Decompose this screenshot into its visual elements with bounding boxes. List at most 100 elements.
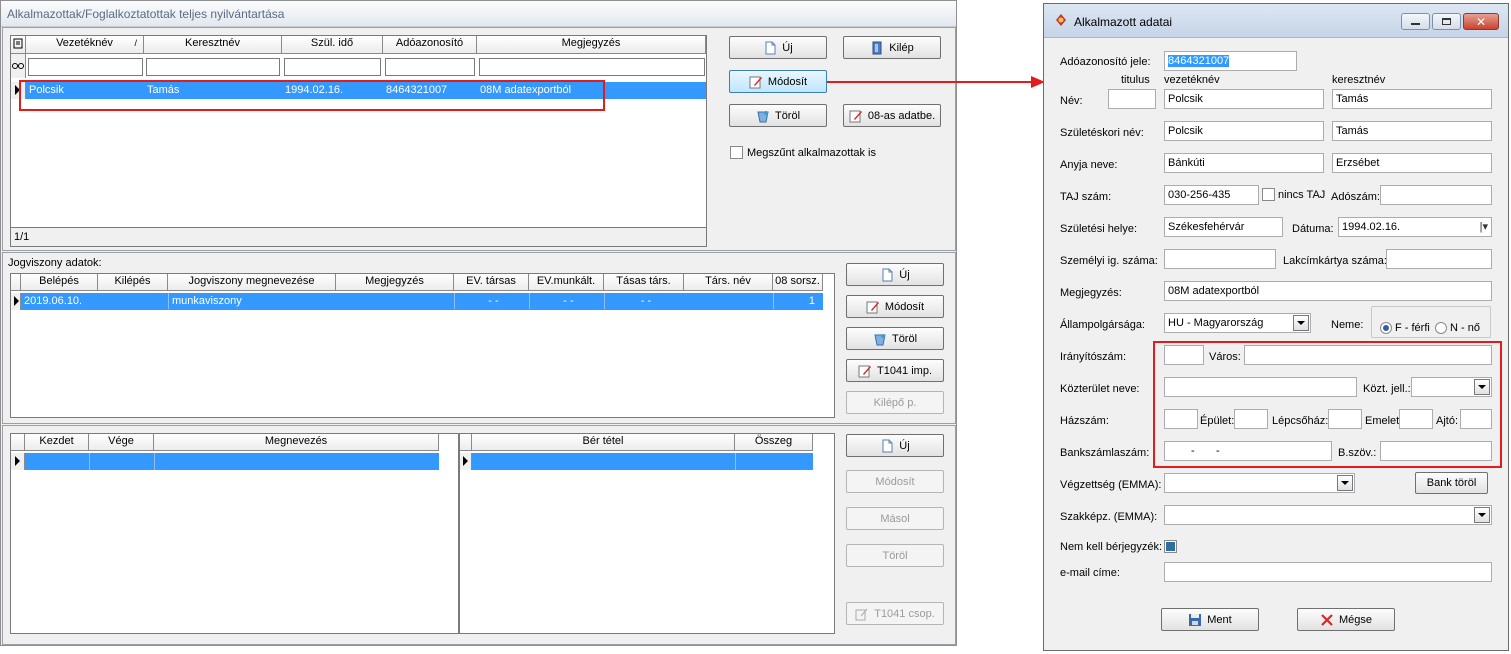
birth-firstname-input[interactable]: Tamás bbox=[1332, 121, 1492, 141]
employees-grid[interactable]: Vezetéknév / Keresztnév Szül. idő Adóazo… bbox=[10, 35, 707, 247]
legal-relation-label: Jogviszony adatok: bbox=[8, 257, 102, 269]
cell-tasas-tars: - - bbox=[604, 293, 684, 309]
legal-relation-grid[interactable]: Belépés Kilépés Jogviszony megnevezése M… bbox=[10, 273, 835, 418]
col-header-entry[interactable]: Belépés bbox=[21, 274, 98, 291]
education-select[interactable] bbox=[1164, 473, 1355, 493]
wage-copy-button[interactable]: Másol bbox=[846, 507, 944, 530]
col-header-name[interactable]: Megnevezés bbox=[154, 434, 439, 451]
table-row[interactable] bbox=[25, 453, 439, 470]
periods-row-indicator[interactable] bbox=[11, 453, 25, 470]
include-terminated-check[interactable] bbox=[730, 146, 743, 159]
wage-items-grid[interactable]: Bér tétel Összeg bbox=[459, 433, 835, 634]
table-row[interactable] bbox=[472, 453, 813, 470]
new-employee-button[interactable]: Új bbox=[729, 36, 827, 59]
gender-male-radio[interactable]: F - férfi bbox=[1380, 322, 1430, 334]
filter-birthdate-input[interactable] bbox=[284, 58, 381, 76]
periods-grid[interactable]: Kezdet Vége Megnevezés bbox=[10, 433, 459, 634]
tax-id-input[interactable]: 8464321007 bbox=[1164, 51, 1297, 71]
col-header-birthdate[interactable]: Szül. idő bbox=[282, 36, 383, 54]
cell-entry: 2019.06.10. bbox=[24, 295, 83, 307]
education-label: Végzettség (EMMA): bbox=[1060, 479, 1162, 491]
citizenship-select[interactable]: HU - Magyarország bbox=[1164, 313, 1311, 333]
exit-p-button[interactable]: Kilépő p. bbox=[846, 391, 944, 414]
wage-new-button[interactable]: Új bbox=[846, 434, 944, 457]
tax-number-input[interactable] bbox=[1380, 185, 1492, 205]
wage-modify-button[interactable]: Módosít bbox=[846, 470, 944, 493]
taj-input[interactable]: 030-256-435 bbox=[1164, 185, 1259, 205]
wage-row-indicator[interactable] bbox=[460, 453, 472, 470]
mother-surname-input[interactable]: Bánkúti bbox=[1164, 153, 1324, 173]
col-header-legal-note[interactable]: Megjegyzés bbox=[336, 274, 454, 291]
mother-name-label: Anyja neve: bbox=[1060, 159, 1118, 171]
sort-indicator: / bbox=[134, 38, 137, 48]
date-dropdown-icon[interactable]: |▾ bbox=[1480, 218, 1488, 236]
filter-surname-input[interactable] bbox=[28, 58, 143, 76]
birth-surname-input[interactable]: Polcsik bbox=[1164, 121, 1324, 141]
col-header-taxid[interactable]: Adóazonosító bbox=[383, 36, 477, 54]
exit-button[interactable]: Kilép bbox=[843, 36, 941, 59]
legal-row-indicator[interactable] bbox=[11, 293, 21, 310]
filter-firstname-input[interactable] bbox=[146, 58, 280, 76]
gender-female-radio[interactable]: N - nő bbox=[1435, 322, 1480, 334]
taj-label: TAJ szám: bbox=[1060, 191, 1112, 203]
surname-input[interactable]: Polcsik bbox=[1164, 89, 1324, 109]
address-card-input[interactable] bbox=[1386, 249, 1492, 269]
legal-delete-button[interactable]: Töröl bbox=[846, 327, 944, 350]
col-header-note[interactable]: Megjegyzés bbox=[477, 36, 706, 54]
chevron-down-icon[interactable] bbox=[1337, 475, 1353, 491]
table-row[interactable]: 2019.06.10. munkaviszony - - - - - - 1 bbox=[21, 293, 823, 310]
qualification-select[interactable] bbox=[1164, 505, 1492, 525]
employee-dialog: Alkalmazott adatai ✕ Adóazonosító jele: … bbox=[1043, 3, 1509, 651]
filter-taxid-input[interactable] bbox=[385, 58, 475, 76]
col-header-firstname[interactable]: Keresztnév bbox=[144, 36, 282, 54]
t1041-import-button[interactable]: T1041 imp. bbox=[846, 359, 944, 382]
filter-note-input[interactable] bbox=[479, 58, 705, 76]
mother-firstname-input[interactable]: Erzsébet bbox=[1332, 153, 1492, 173]
bank-delete-button[interactable]: Bank töröl bbox=[1415, 472, 1488, 494]
col-header-relation-name[interactable]: Jogviszony megnevezése bbox=[168, 274, 336, 291]
legal-new-button[interactable]: Új bbox=[846, 263, 944, 286]
col-header-start[interactable]: Kezdet bbox=[25, 434, 89, 451]
wage-delete-button[interactable]: Töröl bbox=[846, 544, 944, 567]
id-card-label: Személyi ig. száma: bbox=[1060, 255, 1158, 267]
col-header-surname[interactable]: Vezetéknév / bbox=[26, 36, 144, 54]
gender-female-radio-button[interactable] bbox=[1435, 322, 1447, 334]
col-header-tars-nev[interactable]: Társ. név bbox=[684, 274, 773, 291]
no-taj-check[interactable] bbox=[1262, 188, 1275, 201]
col-header-exit[interactable]: Kilépés bbox=[98, 274, 168, 291]
birthplace-input[interactable]: Székesfehérvár bbox=[1164, 217, 1283, 237]
legal-modify-button[interactable]: Módosít bbox=[846, 295, 944, 318]
id-card-input[interactable] bbox=[1164, 249, 1276, 269]
birth-date-picker[interactable]: 1994.02.16. |▾ bbox=[1338, 217, 1492, 237]
gender-male-radio-button[interactable] bbox=[1380, 322, 1392, 334]
col-header-ev-munkalt[interactable]: EV.munkált. bbox=[529, 274, 604, 291]
maximize-button[interactable] bbox=[1432, 13, 1461, 30]
col-header-wage-item[interactable]: Bér tétel bbox=[472, 434, 735, 451]
chevron-down-icon[interactable] bbox=[1293, 315, 1309, 331]
include-terminated-checkbox[interactable]: Megszűnt alkalmazottak is bbox=[730, 146, 876, 159]
no-payslip-checkbox[interactable] bbox=[1164, 540, 1177, 553]
grid-corner-icon[interactable] bbox=[11, 36, 26, 54]
col-header-amount[interactable]: Összeg bbox=[735, 434, 813, 451]
col-header-end[interactable]: Vége bbox=[89, 434, 154, 451]
chevron-down-icon[interactable] bbox=[1474, 507, 1490, 523]
import-08-button[interactable]: 08-as adatbe. bbox=[843, 104, 941, 127]
col-header-tasas-tars[interactable]: Tásas társ. bbox=[604, 274, 684, 291]
note-input[interactable]: 08M adatexportból bbox=[1164, 281, 1492, 301]
firstname-input[interactable]: Tamás bbox=[1332, 89, 1492, 109]
col-header-ev-tarsas[interactable]: EV. társas bbox=[454, 274, 529, 291]
delete-employee-button[interactable]: Töröl bbox=[729, 104, 827, 127]
modify-employee-button[interactable]: Módosít bbox=[729, 70, 827, 93]
email-input[interactable] bbox=[1164, 562, 1492, 582]
title-input[interactable] bbox=[1108, 89, 1156, 109]
cancel-button[interactable]: Mégse bbox=[1297, 608, 1395, 631]
save-button[interactable]: Ment bbox=[1161, 608, 1259, 631]
minimize-button[interactable] bbox=[1401, 13, 1430, 30]
main-window-title: Alkalmazottak/Foglalkoztatottak teljes n… bbox=[1, 1, 956, 27]
col-header-08-sorsz[interactable]: 08 sorsz. bbox=[773, 274, 823, 291]
no-taj-checkbox[interactable]: nincs TAJ bbox=[1262, 188, 1325, 201]
zip-label: Irányítószám: bbox=[1060, 351, 1127, 363]
dialog-titlebar: Alkalmazott adatai ✕ bbox=[1044, 4, 1508, 38]
close-button[interactable]: ✕ bbox=[1463, 13, 1499, 30]
t1041-group-button[interactable]: T1041 csop. bbox=[846, 602, 944, 625]
